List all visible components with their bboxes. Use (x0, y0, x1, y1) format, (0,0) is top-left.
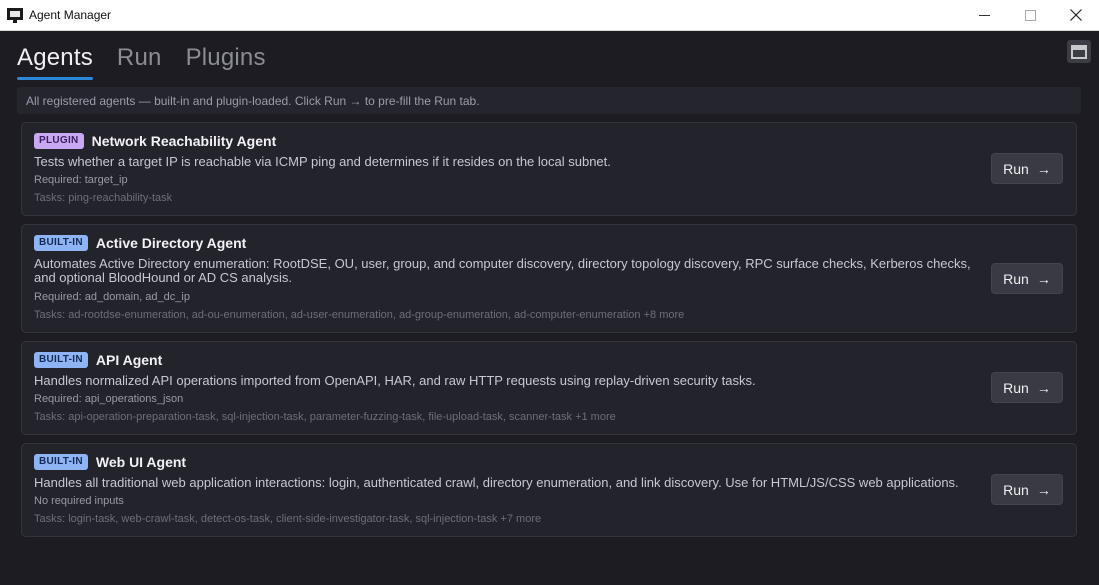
arrow-right-icon: → (1036, 379, 1051, 396)
agent-name: Active Directory Agent (95, 235, 247, 251)
layout-toggle-button[interactable] (1067, 40, 1091, 63)
run-button-label: Run (1003, 160, 1029, 177)
agent-card-web-ui: BUILT-IN Web UI Agent Handles all tradit… (21, 443, 1077, 537)
minimize-button[interactable] (961, 0, 1007, 31)
run-button-network-reachability[interactable]: Run → (991, 153, 1063, 184)
agent-tasks: Tasks: ad-rootdse-enumeration, ad-ou-enu… (34, 309, 685, 321)
agent-name: Network Reachability Agent (91, 133, 277, 149)
agent-required-inputs: No required inputs (34, 495, 124, 507)
agent-tasks: Tasks: api-operation-preparation-task, s… (34, 411, 616, 423)
plugin-badge: PLUGIN (34, 133, 84, 149)
builtin-badge: BUILT-IN (34, 352, 88, 368)
agent-description: Automates Active Directory enumeration: … (34, 256, 971, 285)
panel-layout-icon (1071, 44, 1087, 59)
minimize-icon (978, 14, 990, 16)
close-icon (1070, 9, 1082, 21)
run-button-web-ui[interactable]: Run → (991, 474, 1063, 505)
arrow-right-icon: → (1036, 270, 1051, 287)
tab-agents[interactable]: Agents (17, 44, 93, 80)
run-button-label: Run (1003, 270, 1029, 287)
window-titlebar: Agent Manager (0, 0, 1099, 31)
agent-card-active-directory: BUILT-IN Active Directory Agent Automate… (21, 224, 1077, 333)
agent-description: Handles all traditional web application … (34, 475, 959, 490)
maximize-button[interactable] (1007, 0, 1053, 31)
run-button-active-directory[interactable]: Run → (991, 263, 1063, 294)
agent-name: API Agent (95, 352, 163, 368)
agent-required-inputs: Required: target_ip (34, 174, 128, 186)
agent-tasks: Tasks: login-task, web-crawl-task, detec… (34, 513, 542, 525)
tab-run[interactable]: Run (117, 44, 162, 80)
agent-card-header: BUILT-IN Web UI Agent (34, 454, 186, 470)
run-button-label: Run (1003, 379, 1029, 396)
run-button-label: Run (1003, 481, 1029, 498)
agent-name: Web UI Agent (95, 454, 187, 470)
app-monitor-icon (7, 7, 23, 23)
agent-card-header: BUILT-IN Active Directory Agent (34, 235, 246, 251)
builtin-badge: BUILT-IN (34, 454, 88, 470)
run-button-api[interactable]: Run → (991, 372, 1063, 403)
agent-tasks: Tasks: ping-reachability-task (34, 192, 173, 204)
window-controls (961, 0, 1099, 31)
main-tabs: Agents Run Plugins (17, 44, 266, 80)
app-content: Agents Run Plugins All registered agents… (0, 31, 1099, 585)
arrow-right-icon: → (1036, 481, 1051, 498)
agent-required-inputs: Required: ad_domain, ad_dc_ip (34, 291, 190, 303)
maximize-icon (1024, 9, 1036, 21)
tab-plugins[interactable]: Plugins (186, 44, 266, 80)
agent-description: Tests whether a target IP is reachable v… (34, 154, 611, 169)
info-banner: All registered agents — built-in and plu… (17, 87, 1081, 114)
agent-card-network-reachability: PLUGIN Network Reachability Agent Tests … (21, 122, 1077, 216)
agent-description: Handles normalized API operations import… (34, 373, 756, 388)
agent-required-inputs: Required: api_operations_json (34, 393, 184, 405)
agent-card-header: PLUGIN Network Reachability Agent (34, 133, 276, 149)
builtin-badge: BUILT-IN (34, 235, 88, 251)
window-title: Agent Manager (29, 8, 112, 22)
agent-card-api: BUILT-IN API Agent Handles normalized AP… (21, 341, 1077, 435)
close-button[interactable] (1053, 0, 1099, 31)
agent-card-header: BUILT-IN API Agent (34, 352, 162, 368)
arrow-right-icon: → (1036, 160, 1051, 177)
